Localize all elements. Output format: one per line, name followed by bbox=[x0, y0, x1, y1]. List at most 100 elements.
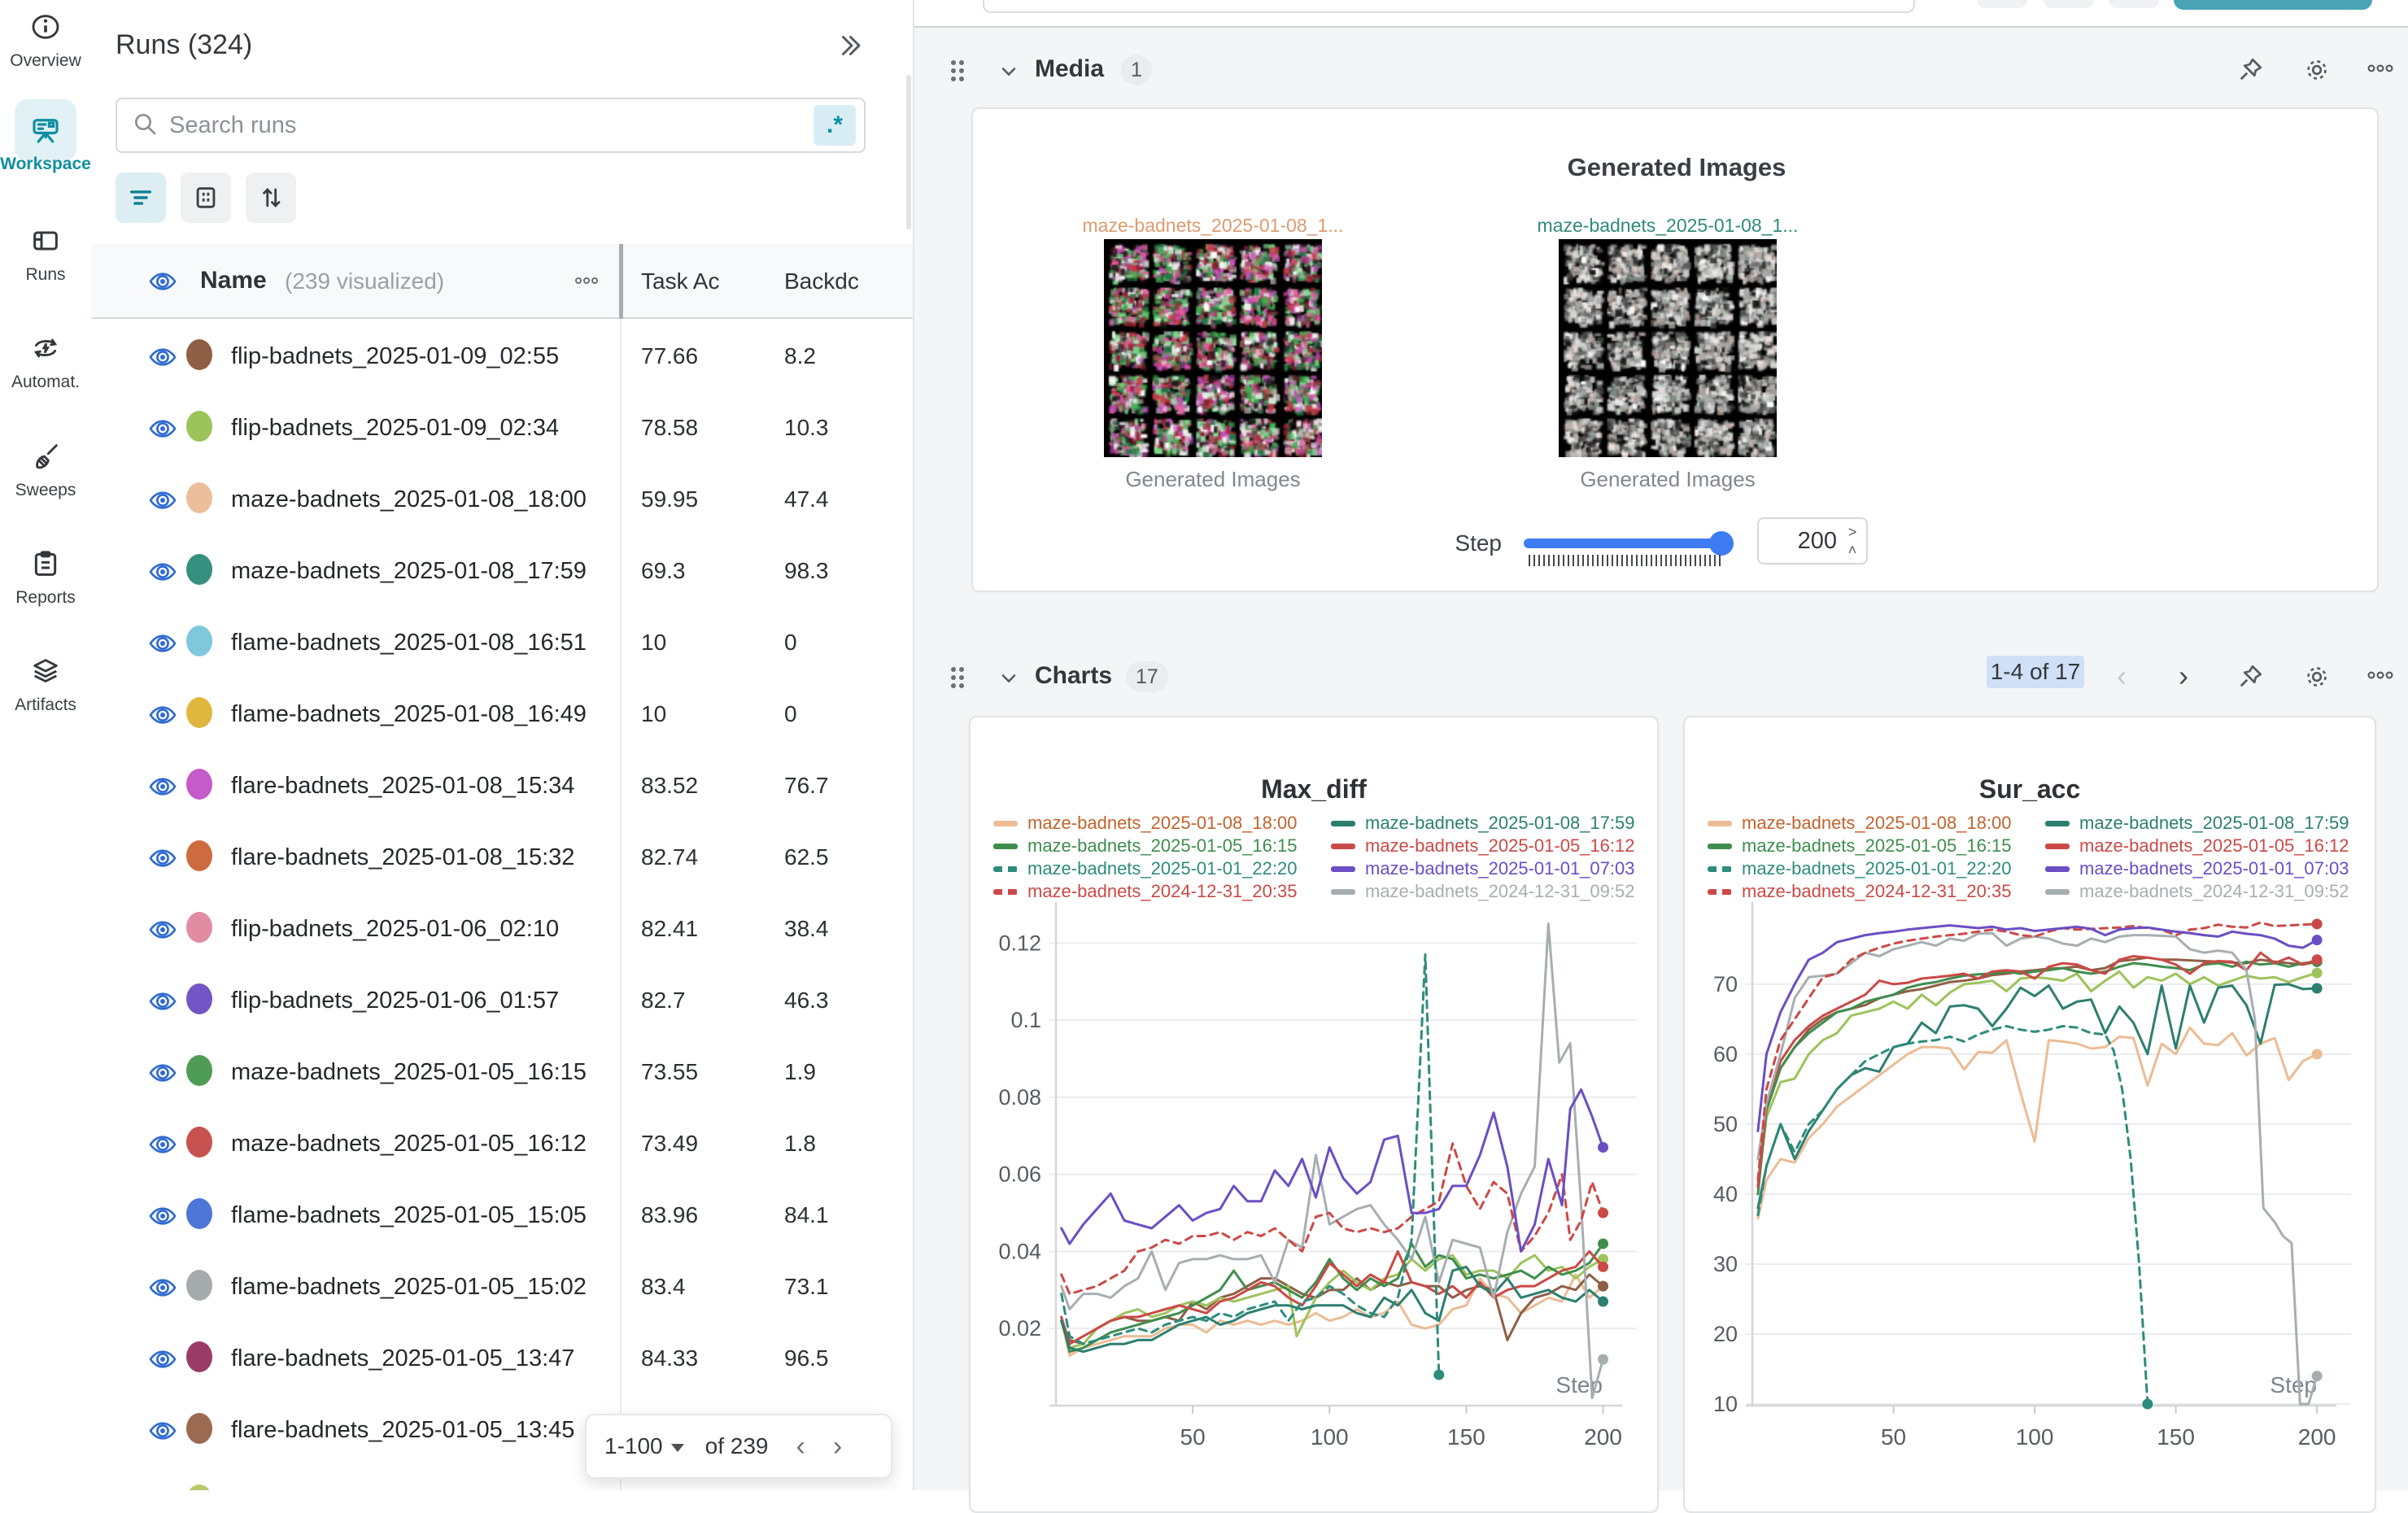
chart-panel-max-diff[interactable]: Max_diffmaze-badnets_2025-01-08_18:00maz… bbox=[969, 716, 1659, 1513]
visibility-eye-icon[interactable] bbox=[148, 557, 177, 591]
toolbar-button-2[interactable] bbox=[2044, 0, 2094, 8]
sidebar-item-sweeps[interactable]: Sweeps bbox=[0, 434, 91, 500]
run-name[interactable]: maze-badnets_2025-01-05_16:12 bbox=[231, 1131, 587, 1158]
charts-next-page-icon[interactable]: › bbox=[2179, 659, 2188, 693]
visibility-eye-icon[interactable] bbox=[148, 486, 177, 519]
spinner-up-icon[interactable]: ˃ bbox=[1843, 524, 1861, 540]
run-name[interactable]: flame-badnets_2025-01-05_15:05 bbox=[231, 1202, 587, 1229]
primary-action-button[interactable] bbox=[2174, 0, 2372, 10]
sidebar-item-overview[interactable]: Overview bbox=[0, 4, 91, 71]
legend-item[interactable]: maze-badnets_2025-01-01_22:20 bbox=[993, 857, 1297, 880]
legend-item[interactable]: maze-badnets_2025-01-05_16:15 bbox=[1708, 835, 2011, 857]
gear-icon[interactable] bbox=[2302, 662, 2332, 695]
charts-pagination-range[interactable]: 1-4 of 17 bbox=[1987, 656, 2084, 688]
run-caption[interactable]: maze-badnets_2025-01-08_1... bbox=[1497, 215, 1839, 237]
overflow-menu-icon[interactable] bbox=[573, 268, 600, 297]
run-caption[interactable]: maze-badnets_2025-01-08_1... bbox=[1042, 215, 1384, 237]
visibility-eye-icon[interactable] bbox=[148, 414, 177, 447]
visibility-eye-icon[interactable] bbox=[148, 1273, 177, 1306]
pin-icon[interactable] bbox=[2236, 55, 2265, 89]
run-name[interactable]: flare-badnets_2025-01-08_15:32 bbox=[231, 844, 574, 871]
table-row[interactable]: flare-badnets_2025-01-08_15:3282.7462.5 bbox=[91, 820, 914, 892]
media-section-title[interactable]: Media bbox=[1035, 55, 1104, 83]
next-page-button[interactable]: › bbox=[833, 1432, 842, 1460]
table-row[interactable]: flame-badnets_2025-01-08_16:51100 bbox=[91, 605, 914, 677]
visibility-eye-icon[interactable] bbox=[148, 1201, 177, 1235]
table-row[interactable]: flip-badnets_2025-01-09_02:3478.5810.3 bbox=[91, 390, 914, 462]
visibility-eye-icon[interactable] bbox=[148, 915, 177, 948]
run-name[interactable]: flip-badnets_2025-01-06_01:57 bbox=[231, 988, 559, 1014]
chart-line[interactable] bbox=[1758, 957, 2317, 1187]
run-name[interactable]: maze-badnets_2025-01-08_18:00 bbox=[231, 486, 587, 513]
table-row[interactable]: flip-badnets_2025-01-06_01:5782.746.3 bbox=[91, 963, 914, 1035]
run-name[interactable]: flip-badnets_2025-01-06_02:10 bbox=[231, 916, 559, 943]
visibility-eye-icon[interactable] bbox=[148, 1058, 177, 1092]
chart-plot[interactable]: 1020304050607050100150200Step bbox=[1686, 888, 2371, 1498]
legend-item[interactable]: maze-badnets_2025-01-05_16:15 bbox=[993, 835, 1297, 857]
legend-item[interactable]: maze-badnets_2025-01-05_16:12 bbox=[2045, 835, 2349, 857]
table-row[interactable]: flame-badnets_2025-01-08_16:49100 bbox=[91, 677, 914, 748]
chart-line[interactable] bbox=[1758, 961, 2317, 1194]
legend-item[interactable]: maze-badnets_2025-01-08_18:00 bbox=[1708, 812, 2011, 835]
legend-item[interactable]: maze-badnets_2025-01-05_16:12 bbox=[1331, 835, 1634, 857]
table-row[interactable]: flip-badnets_2025-01-06_02:1082.4138.4 bbox=[91, 892, 914, 963]
visibility-eye-icon[interactable] bbox=[148, 1130, 177, 1163]
run-name[interactable]: flip-badnets_2025-01-09_02:55 bbox=[231, 343, 559, 370]
page-range-dropdown[interactable]: 1-100 bbox=[604, 1433, 663, 1459]
run-name[interactable]: flare-badnets_2025-01-05_13:45 bbox=[231, 1417, 574, 1444]
table-row[interactable]: flare-badnets_2025-01-05_13:4784.3396.5 bbox=[91, 1321, 914, 1393]
slider-handle[interactable] bbox=[1709, 531, 1734, 556]
search-input[interactable] bbox=[169, 112, 814, 139]
legend-item[interactable]: maze-badnets_2025-01-08_18:00 bbox=[993, 812, 1297, 835]
table-row[interactable]: flip-badnets_2025-01-09_02:5577.668.2 bbox=[91, 319, 914, 390]
prev-page-button[interactable]: ‹ bbox=[796, 1432, 805, 1460]
regex-toggle-button[interactable]: .* bbox=[814, 105, 856, 146]
legend-item[interactable]: maze-badnets_2025-01-01_07:03 bbox=[1331, 857, 1634, 880]
visibility-eye-icon[interactable] bbox=[148, 844, 177, 877]
chevron-down-icon[interactable] bbox=[997, 667, 1020, 694]
overflow-menu-icon[interactable] bbox=[2364, 55, 2397, 84]
spinner-down-icon[interactable]: ˄ bbox=[1843, 542, 1861, 558]
legend-item[interactable]: maze-badnets_2025-01-08_17:59 bbox=[2045, 812, 2349, 835]
scrollbar-thumb[interactable] bbox=[906, 75, 911, 229]
column-header-backdoor[interactable]: Backdc bbox=[784, 268, 913, 294]
visibility-eye-icon[interactable] bbox=[148, 342, 177, 376]
chart-plot[interactable]: 0.020.040.060.080.10.1250100150200Step bbox=[972, 888, 1657, 1498]
visibility-eye-icon[interactable] bbox=[148, 700, 177, 734]
charts-section-title[interactable]: Charts bbox=[1035, 662, 1112, 690]
overflow-menu-icon[interactable] bbox=[2364, 662, 2397, 691]
column-header-task-acc[interactable]: Task Ac bbox=[641, 268, 770, 294]
visibility-eye-icon[interactable] bbox=[148, 1345, 177, 1378]
workspace-search-input[interactable] bbox=[983, 0, 1915, 13]
column-resize-divider[interactable] bbox=[619, 244, 623, 319]
table-row[interactable]: maze-badnets_2025-01-05_16:1273.491.8 bbox=[91, 1106, 914, 1178]
table-row[interactable]: maze-badnets_2025-01-08_18:0059.9547.4 bbox=[91, 462, 914, 534]
table-row[interactable]: flame-badnets_2025-01-05_15:0583.9684.1 bbox=[91, 1178, 914, 1249]
sidebar-item-workspace[interactable]: Workspace bbox=[0, 107, 91, 174]
run-name[interactable]: flame-badnets_2025-01-08_16:49 bbox=[231, 701, 587, 728]
gear-icon[interactable] bbox=[2302, 55, 2332, 89]
chart-line[interactable] bbox=[1758, 1027, 2148, 1405]
step-slider[interactable] bbox=[1524, 538, 1732, 548]
chevron-down-icon[interactable] bbox=[997, 60, 1020, 87]
toolbar-button-3[interactable] bbox=[2109, 0, 2159, 8]
legend-item[interactable]: maze-badnets_2025-01-01_22:20 bbox=[1708, 857, 2011, 880]
step-input[interactable] bbox=[1759, 519, 1837, 563]
table-row[interactable]: maze-badnets_2025-01-08_17:5969.398.3 bbox=[91, 534, 914, 605]
table-row[interactable]: maze-badnets_2025-01-05_16:1573.551.9 bbox=[91, 1035, 914, 1106]
table-row[interactable]: flare-badnets_2025-01-08_15:3483.5276.7 bbox=[91, 748, 914, 820]
visibility-eye-icon[interactable] bbox=[148, 987, 177, 1020]
collapse-panel-icon[interactable] bbox=[835, 31, 864, 64]
sidebar-item-artifacts[interactable]: Artifacts bbox=[0, 648, 91, 715]
legend-item[interactable]: maze-badnets_2025-01-01_07:03 bbox=[2045, 857, 2349, 880]
run-name[interactable]: flame-badnets_2025-01-05_15:02 bbox=[231, 1274, 587, 1301]
charts-prev-page-icon[interactable]: ‹ bbox=[2117, 659, 2127, 693]
table-row[interactable]: flame-badnets_2025-01-05_15:0283.473.1 bbox=[91, 1249, 914, 1321]
drag-handle-icon[interactable] bbox=[947, 57, 968, 89]
chart-line[interactable] bbox=[1758, 1027, 2317, 1219]
columns-button[interactable] bbox=[181, 172, 231, 223]
legend-item[interactable]: maze-badnets_2025-01-08_17:59 bbox=[1331, 812, 1634, 835]
filter-button[interactable] bbox=[116, 172, 166, 223]
run-name[interactable]: flip-badnets_2025-01-09_02:34 bbox=[231, 415, 559, 442]
run-name[interactable]: maze-badnets_2025-01-08_17:59 bbox=[231, 558, 587, 585]
